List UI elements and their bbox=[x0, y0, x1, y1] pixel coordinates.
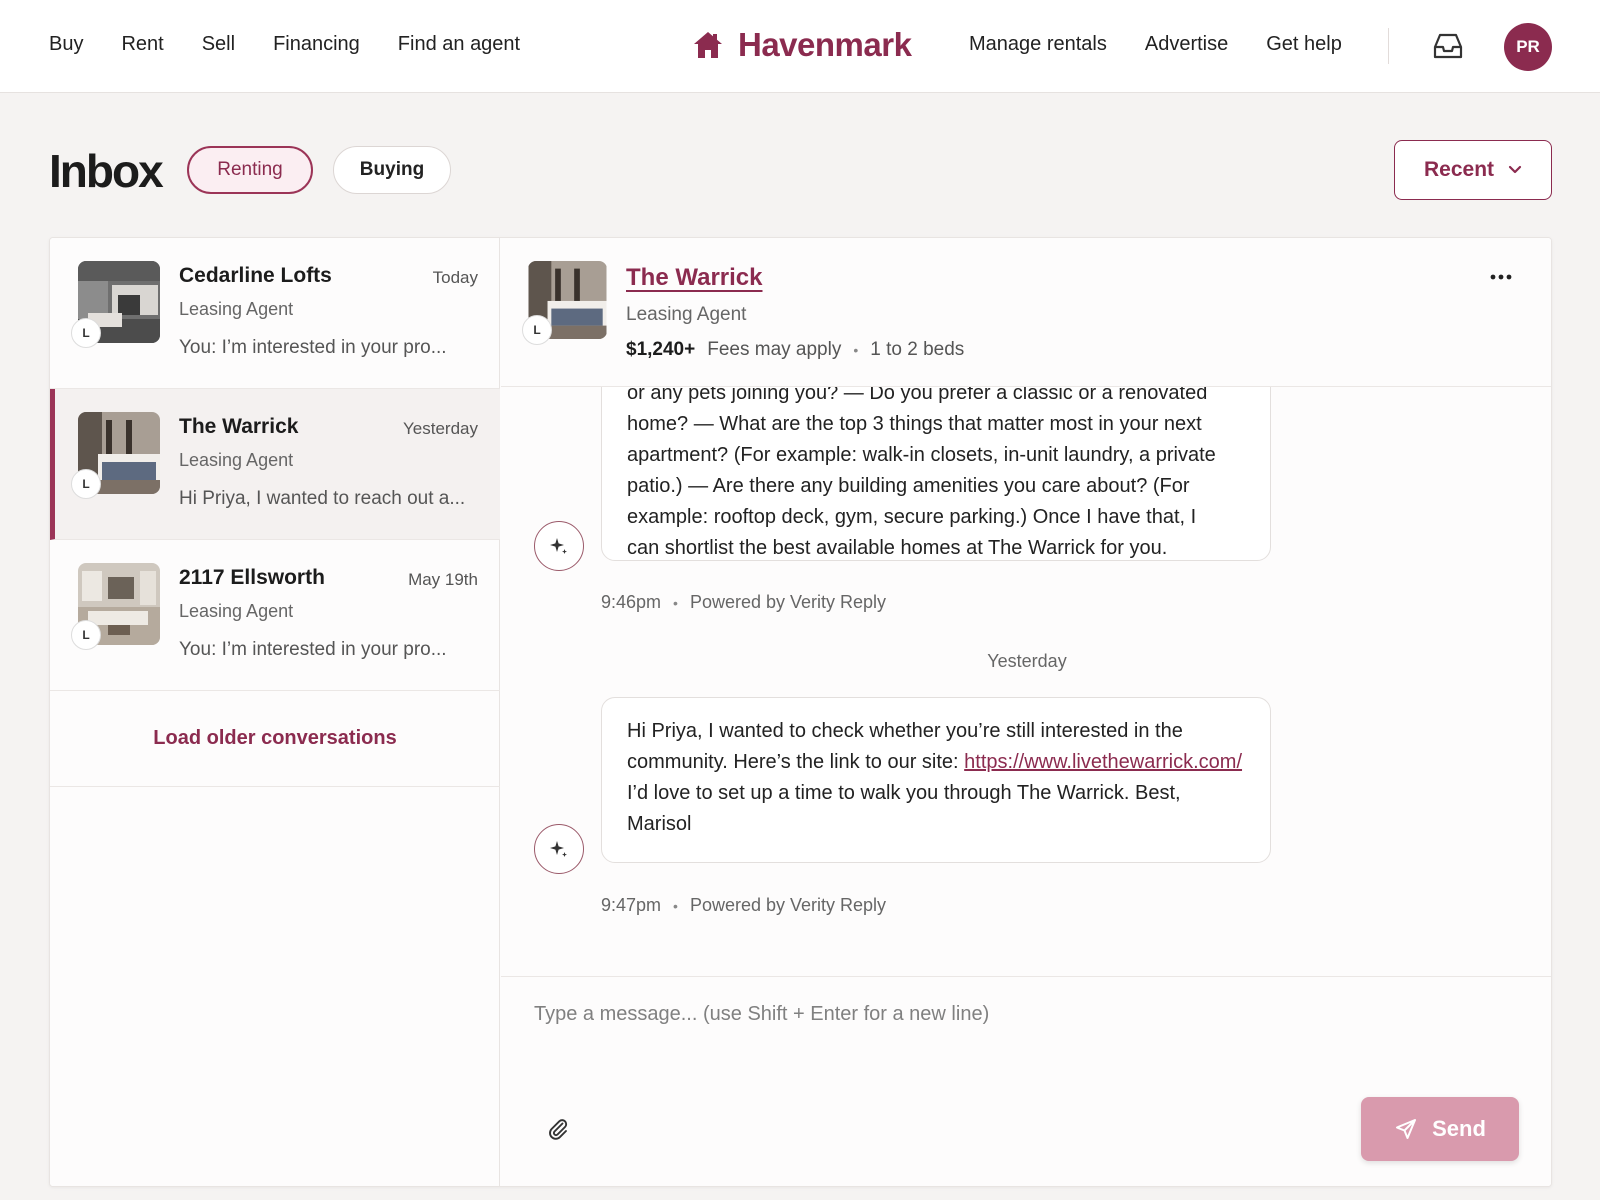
nav-manage-rentals[interactable]: Manage rentals bbox=[969, 33, 1107, 56]
paperclip-icon[interactable] bbox=[546, 1117, 570, 1141]
conversation-preview: You: I’m interested in your pro... bbox=[179, 639, 447, 660]
page-title: Inbox bbox=[49, 145, 164, 197]
load-older-conversations-button[interactable]: Load older conversations bbox=[50, 691, 500, 787]
conversation-date: May 19th bbox=[408, 570, 478, 589]
leasing-agent-badge: L bbox=[71, 469, 101, 499]
nav-buy[interactable]: Buy bbox=[49, 33, 83, 56]
conversation-date: Yesterday bbox=[403, 419, 478, 438]
nav-advertise[interactable]: Advertise bbox=[1145, 33, 1228, 56]
conversation-item-selected[interactable]: L The Warrick Yesterday Leasing Agent Hi… bbox=[50, 389, 500, 540]
conversation-item[interactable]: L 2117 Ellsworth May 19th Leasing Agent … bbox=[50, 540, 500, 691]
sort-dropdown[interactable]: Recent bbox=[1394, 140, 1552, 200]
message-meta: 9:46pm • Powered by Verity Reply bbox=[601, 592, 886, 613]
user-avatar[interactable]: PR bbox=[1504, 23, 1552, 71]
message-bubble: Hi Priya, I wanted to check whether you’… bbox=[601, 697, 1271, 863]
message-time: 9:47pm bbox=[601, 895, 662, 915]
conversation-role: Leasing Agent bbox=[179, 450, 294, 470]
meta-separator: • bbox=[673, 594, 678, 611]
message-line: apartment? (For example: walk-in closets… bbox=[627, 444, 1216, 466]
nav-get-help[interactable]: Get help bbox=[1266, 33, 1342, 56]
day-separator: Yesterday bbox=[987, 651, 1067, 671]
sparkle-icon bbox=[534, 521, 584, 571]
send-label: Send bbox=[1432, 1116, 1486, 1141]
send-icon bbox=[1396, 1119, 1417, 1139]
inbox-panel: L Cedarline Lofts Today Leasing Agent Yo… bbox=[49, 237, 1552, 1187]
send-button[interactable]: Send bbox=[1361, 1097, 1519, 1161]
sort-label: Recent bbox=[1423, 158, 1495, 181]
nav-financing[interactable]: Financing bbox=[273, 33, 360, 56]
meta-separator: • bbox=[853, 342, 859, 358]
powered-by-label: Powered by Verity Reply bbox=[689, 895, 887, 915]
conversation-date: Today bbox=[432, 268, 478, 287]
conversation-name: Cedarline Lofts bbox=[179, 264, 332, 287]
message-composer: Send bbox=[501, 976, 1551, 1186]
nav-find-an-agent[interactable]: Find an agent bbox=[398, 33, 520, 56]
conversation-preview: You: I’m interested in your pro... bbox=[179, 337, 447, 358]
message-line: home? — What are the top 3 things that m… bbox=[627, 413, 1202, 435]
nav-sell[interactable]: Sell bbox=[202, 33, 235, 56]
conversation-header: L The Warrick Leasing Agent $1,240+ Fees… bbox=[501, 238, 1551, 387]
conversation-detail: or any pets joining you? — Do you prefer… bbox=[501, 238, 1551, 1186]
inbox-tray-icon[interactable] bbox=[1432, 32, 1464, 60]
nav-divider bbox=[1388, 28, 1389, 64]
price: $1,240+ bbox=[626, 339, 696, 360]
house-icon bbox=[694, 32, 722, 58]
secondary-nav: Manage rentals Advertise Get help bbox=[969, 33, 1342, 56]
message-link[interactable]: https://www.livethewarrick.com/ bbox=[964, 751, 1242, 773]
brand-name: Havenmark bbox=[738, 26, 912, 63]
leasing-agent-badge: L bbox=[71, 620, 101, 650]
property-summary: $1,240+ Fees may apply • 1 to 2 beds bbox=[626, 339, 964, 361]
message-line: example: rooftop deck, gym, secure parki… bbox=[627, 506, 1197, 528]
message-meta: 9:47pm • Powered by Verity Reply bbox=[601, 895, 886, 916]
primary-nav: Buy Rent Sell Financing Find an agent bbox=[49, 33, 520, 56]
conversation-name: The Warrick bbox=[179, 415, 299, 438]
message-time: 9:46pm bbox=[601, 592, 662, 612]
property-name-link[interactable]: The Warrick bbox=[626, 264, 763, 292]
agent-role: Leasing Agent bbox=[626, 304, 747, 325]
brand-logo[interactable]: Havenmark bbox=[692, 26, 912, 64]
message-bubble: or any pets joining you? — Do you prefer… bbox=[601, 387, 1271, 561]
conversation-item[interactable]: L Cedarline Lofts Today Leasing Agent Yo… bbox=[50, 238, 500, 389]
message-text: I’d love to set up a time to walk you th… bbox=[627, 782, 1181, 835]
conversation-role: Leasing Agent bbox=[179, 601, 294, 621]
nav-rent[interactable]: Rent bbox=[121, 33, 163, 56]
meta-separator: • bbox=[673, 897, 678, 914]
conversation-name: 2117 Ellsworth bbox=[179, 566, 325, 589]
sparkle-icon bbox=[534, 824, 584, 874]
more-options-icon[interactable] bbox=[1489, 272, 1513, 282]
message-line: or any pets joining you? — Do you prefer… bbox=[627, 387, 1208, 404]
leasing-agent-badge: L bbox=[522, 315, 552, 345]
leasing-agent-badge: L bbox=[71, 318, 101, 348]
conversation-preview: Hi Priya, I wanted to reach out a... bbox=[179, 488, 466, 509]
fees-note: Fees may apply bbox=[707, 339, 842, 360]
filter-renting[interactable]: Renting bbox=[187, 146, 313, 194]
chevron-down-icon bbox=[1508, 165, 1522, 174]
filter-buying[interactable]: Buying bbox=[333, 146, 451, 194]
message-line: can shortlist the best available homes a… bbox=[627, 537, 1168, 559]
bed-count: 1 to 2 beds bbox=[870, 339, 965, 360]
conversation-role: Leasing Agent bbox=[179, 299, 294, 319]
top-navigation-bar: Buy Rent Sell Financing Find an agent Ha… bbox=[0, 0, 1600, 93]
message-line: patio.) — Are there any building ameniti… bbox=[627, 475, 1190, 497]
conversation-list: L Cedarline Lofts Today Leasing Agent Yo… bbox=[50, 238, 500, 1186]
message-input[interactable] bbox=[534, 1003, 1514, 1063]
powered-by-label: Powered by Verity Reply bbox=[689, 592, 887, 612]
